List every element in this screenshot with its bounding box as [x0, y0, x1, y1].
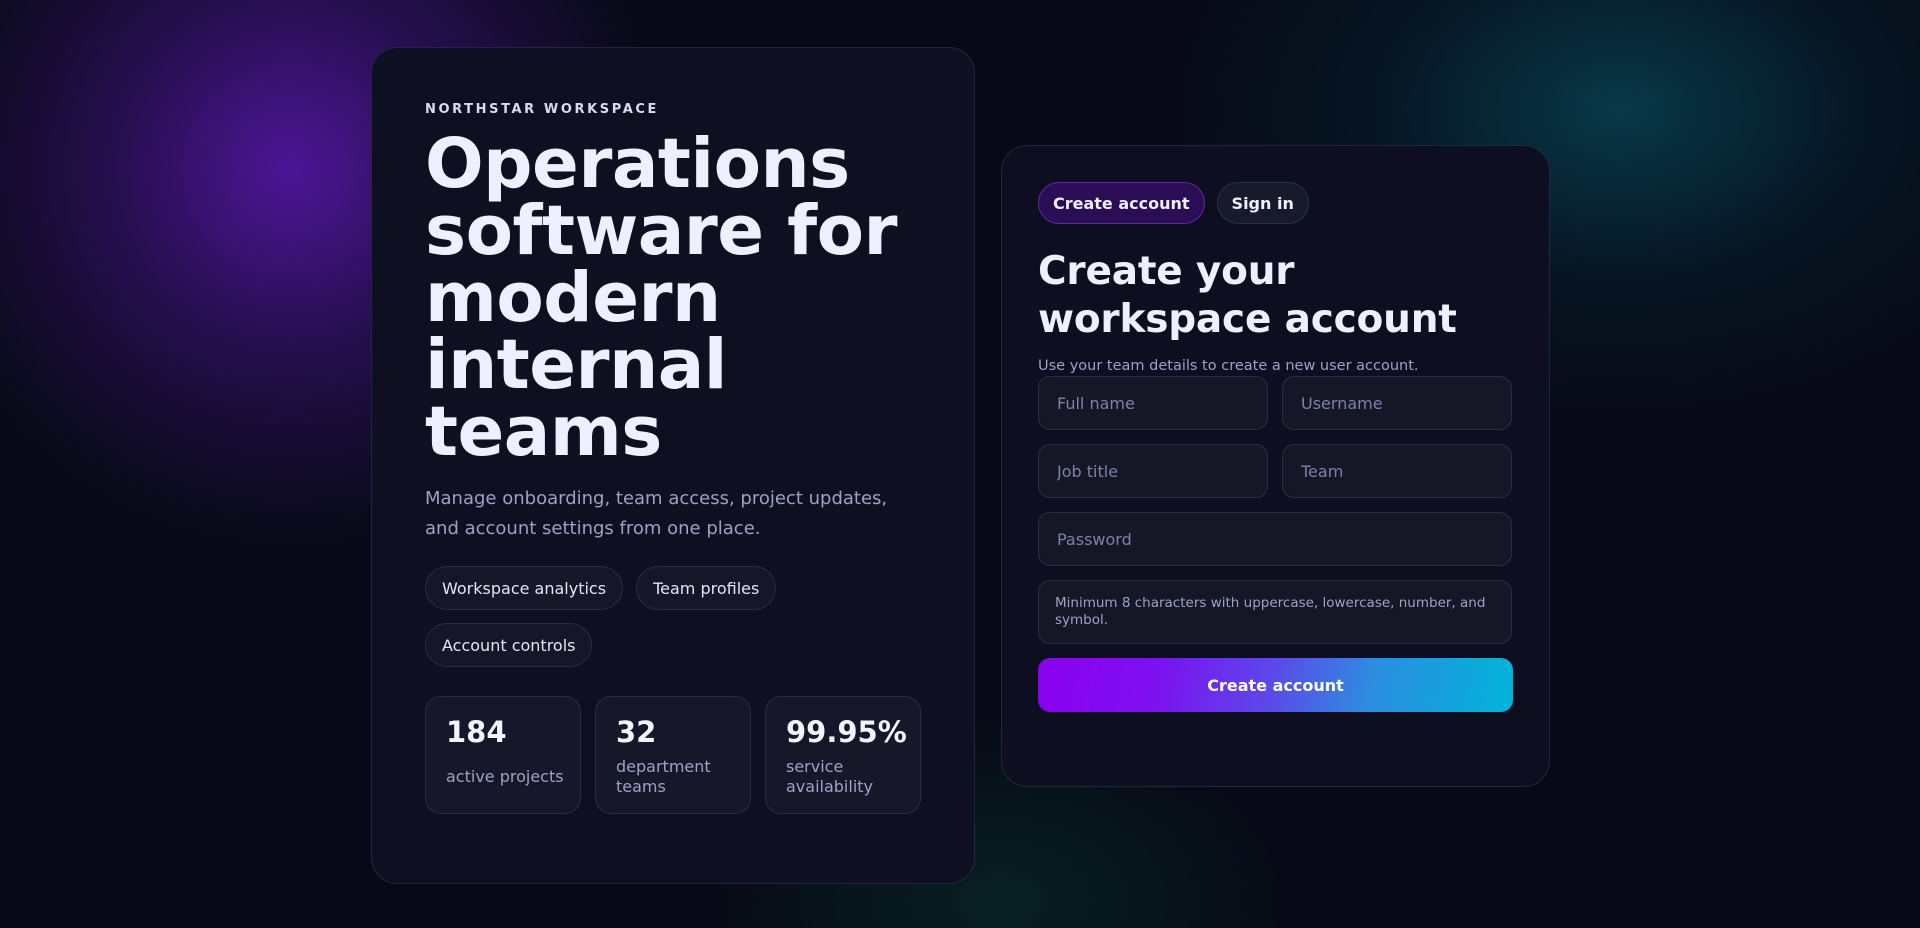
job-title-input[interactable]	[1038, 444, 1268, 498]
username-input[interactable]	[1282, 376, 1512, 430]
tab-sign-in[interactable]: Sign in	[1216, 182, 1309, 224]
hero-card: NORTHSTAR WORKSPACE Operations software …	[371, 47, 975, 884]
signup-form: Minimum 8 characters with uppercase, low…	[1038, 376, 1513, 644]
feature-chips: Workspace analytics Team profiles Accoun…	[425, 566, 845, 667]
password-input[interactable]	[1038, 512, 1512, 566]
stat-active-projects: 184 active projects	[425, 696, 581, 814]
hero-description: Manage onboarding, team access, project …	[425, 488, 888, 539]
chip-team-profiles: Team profiles	[636, 566, 777, 610]
stat-label: service availability	[786, 757, 874, 796]
form-title: Create your workspace account	[1038, 249, 1457, 342]
stat-service-availability: 99.95% service availability	[765, 696, 921, 814]
team-input[interactable]	[1282, 444, 1512, 498]
chip-workspace-analytics: Workspace analytics	[425, 566, 624, 610]
stat-label: active projects	[446, 767, 564, 786]
auth-tabs: Create account Sign in	[1038, 182, 1513, 224]
brand-eyebrow: NORTHSTAR WORKSPACE	[425, 102, 659, 117]
create-account-button[interactable]: Create account	[1038, 658, 1513, 712]
full-name-input[interactable]	[1038, 376, 1268, 430]
chip-account-controls: Account controls	[425, 623, 593, 667]
stat-value: 184	[446, 715, 507, 749]
stat-value: 99.95%	[786, 715, 907, 749]
password-hint: Minimum 8 characters with uppercase, low…	[1038, 580, 1512, 644]
tab-create-account[interactable]: Create account	[1038, 182, 1205, 224]
stat-value: 32	[616, 715, 657, 749]
hero-title: Operations software for modern internal …	[425, 124, 898, 472]
auth-card: Create account Sign in Create your works…	[1001, 145, 1550, 787]
stat-label: department teams	[616, 757, 711, 796]
stats-row: 184 active projects 32 department teams …	[425, 696, 921, 814]
form-subtitle: Use your team details to create a new us…	[1038, 358, 1419, 374]
stat-department-teams: 32 department teams	[595, 696, 751, 814]
